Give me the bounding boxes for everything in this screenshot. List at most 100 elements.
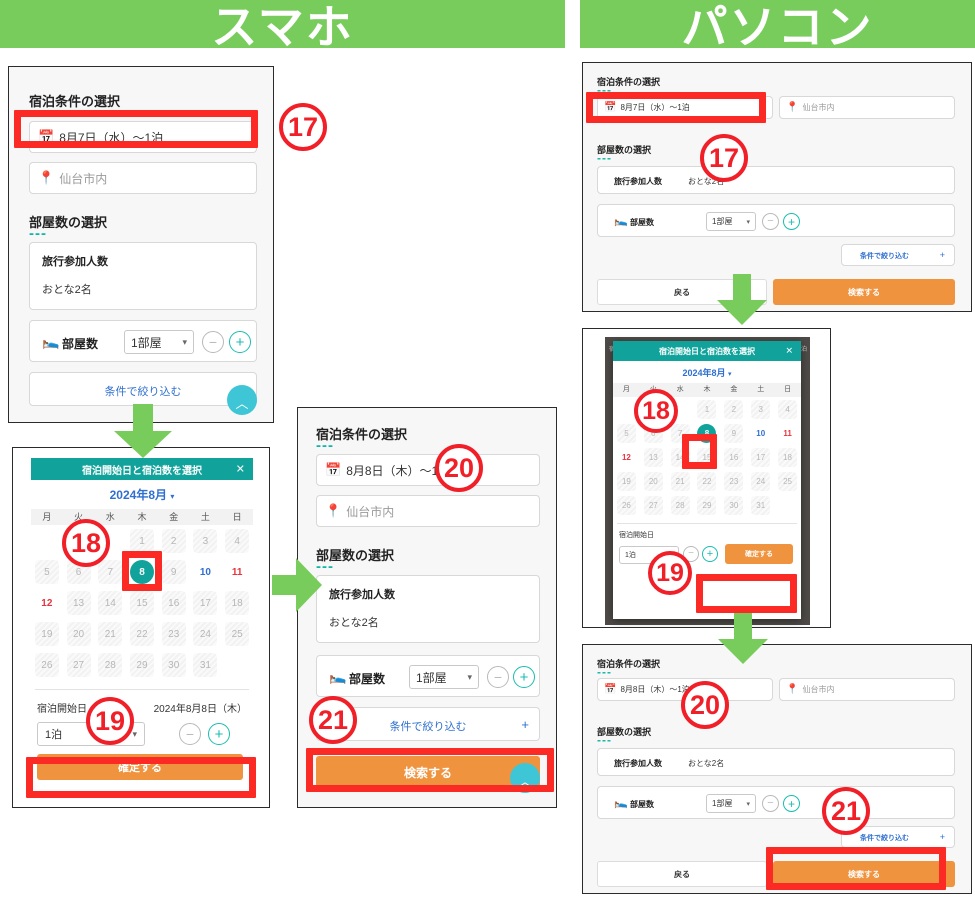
- cal-day: 9: [724, 424, 744, 443]
- cal-cell[interactable]: 5: [31, 560, 63, 584]
- pc1-rooms-increment[interactable]: +: [783, 213, 800, 230]
- cal-cell[interactable]: 21: [94, 622, 126, 646]
- cal-cell[interactable]: 22: [694, 472, 721, 491]
- cal-cell[interactable]: 25: [774, 472, 801, 491]
- sp1-room-dashes: ---: [29, 225, 47, 242]
- cal-cell[interactable]: 14: [94, 591, 126, 615]
- cal-cell[interactable]: 13: [63, 591, 95, 615]
- sp3-rooms-decrement[interactable]: −: [487, 666, 509, 688]
- cal-cell[interactable]: 29: [694, 496, 721, 515]
- cal-cell[interactable]: 23: [720, 472, 747, 491]
- cal-cell[interactable]: 16: [158, 591, 190, 615]
- cal-cell[interactable]: 23: [158, 622, 190, 646]
- cal-cell[interactable]: 28: [94, 653, 126, 677]
- cal-cell[interactable]: 13: [640, 448, 667, 467]
- cal-cell[interactable]: 4: [774, 400, 801, 419]
- cal-cell[interactable]: 9: [158, 560, 190, 584]
- badge-20-sp: 20: [435, 444, 483, 492]
- cal-cell[interactable]: 18: [221, 591, 253, 615]
- cal-cell[interactable]: 4: [221, 529, 253, 553]
- sp3-date-field[interactable]: 📅 8月8日（木）〜1泊: [316, 454, 540, 486]
- cal-cell[interactable]: 20: [640, 472, 667, 491]
- cal-cell[interactable]: 30: [720, 496, 747, 515]
- close-icon[interactable]: ✕: [236, 463, 245, 476]
- calendar-icon: 📅: [604, 684, 617, 695]
- cal-cell[interactable]: 19: [31, 622, 63, 646]
- cal-cell[interactable]: 1: [694, 400, 721, 419]
- cal-cell[interactable]: 1: [126, 529, 158, 553]
- pc2-confirm-button[interactable]: 確定する: [725, 544, 793, 564]
- cal-cell[interactable]: 31: [747, 496, 774, 515]
- cal-day: 9: [161, 560, 186, 584]
- cal-day: 24: [193, 622, 218, 646]
- pc2-calendar-month[interactable]: 2024年8月 ▾: [613, 366, 801, 379]
- cal-cell[interactable]: 12: [31, 591, 63, 615]
- pc3-back-button[interactable]: 戻る: [597, 861, 767, 887]
- sp1-rooms-select[interactable]: 1部屋 ▾: [124, 330, 194, 354]
- pc1-travelers-box[interactable]: 旅行参加人数 おとな2名: [597, 166, 955, 194]
- sp1-scroll-top-button[interactable]: ︿: [227, 385, 257, 415]
- pc2-nights-increment[interactable]: +: [702, 546, 718, 562]
- cal-day: 3: [751, 400, 771, 419]
- cal-cell[interactable]: 3: [190, 529, 222, 553]
- cal-cell[interactable]: 27: [63, 653, 95, 677]
- cal-cell[interactable]: 2: [720, 400, 747, 419]
- cal-cell[interactable]: 22: [126, 622, 158, 646]
- cal-cell[interactable]: 24: [747, 472, 774, 491]
- cal-cell[interactable]: 24: [190, 622, 222, 646]
- bed-icon: 🛌: [42, 333, 60, 349]
- cal-cell[interactable]: 27: [640, 496, 667, 515]
- sp1-rooms-decrement[interactable]: −: [202, 331, 224, 353]
- cal-cell[interactable]: 26: [31, 653, 63, 677]
- cal-cell[interactable]: 5: [613, 424, 640, 443]
- cal-cell[interactable]: 9: [720, 424, 747, 443]
- pc3-travelers-box[interactable]: 旅行参加人数 おとな2名: [597, 748, 955, 776]
- sp3-rooms-increment[interactable]: +: [513, 666, 535, 688]
- sp2-calendar-month[interactable]: 2024年8月 ▾: [31, 486, 253, 503]
- pc1-search-button[interactable]: 検索する: [773, 279, 955, 305]
- pc3-rooms-increment[interactable]: +: [783, 795, 800, 812]
- cal-cell[interactable]: 15: [126, 591, 158, 615]
- pc1-rooms-decrement[interactable]: −: [762, 213, 779, 230]
- pc1-rooms-select[interactable]: 1部屋 ▾: [706, 212, 756, 231]
- sp3-rooms-select[interactable]: 1部屋 ▾: [409, 665, 479, 689]
- pc1-location-field[interactable]: 📍 仙台市内: [779, 96, 955, 119]
- cal-cell[interactable]: 21: [667, 472, 694, 491]
- pc3-rooms-select[interactable]: 1部屋 ▾: [706, 794, 756, 813]
- cal-cell[interactable]: 20: [63, 622, 95, 646]
- cal-cell[interactable]: 25: [221, 622, 253, 646]
- cal-day: 23: [161, 622, 186, 646]
- cal-cell[interactable]: 26: [613, 496, 640, 515]
- cal-cell[interactable]: 31: [190, 653, 222, 677]
- sp1-travelers-box[interactable]: 旅行参加人数 おとな2名: [29, 242, 257, 310]
- cal-cell[interactable]: 3: [747, 400, 774, 419]
- sp2-nights-decrement[interactable]: −: [179, 723, 201, 745]
- pc1-filter-button[interactable]: 条件で絞り込む +: [841, 244, 955, 266]
- cal-cell[interactable]: 11: [774, 424, 801, 443]
- pc3-location-field[interactable]: 📍 仙台市内: [779, 678, 955, 701]
- cal-cell[interactable]: 12: [613, 448, 640, 467]
- cal-cell[interactable]: 10: [190, 560, 222, 584]
- sp2-nights-increment[interactable]: +: [208, 723, 230, 745]
- cal-cell[interactable]: 30: [158, 653, 190, 677]
- cal-cell[interactable]: 18: [774, 448, 801, 467]
- chevron-down-icon: ▾: [728, 371, 732, 378]
- cal-day: 30: [724, 496, 744, 515]
- pc3-rooms-decrement[interactable]: −: [762, 795, 779, 812]
- cal-cell[interactable]: 28: [667, 496, 694, 515]
- cal-cell[interactable]: 19: [613, 472, 640, 491]
- cal-cell[interactable]: 16: [720, 448, 747, 467]
- sp1-rooms-increment[interactable]: +: [229, 331, 251, 353]
- cal-cell[interactable]: 29: [126, 653, 158, 677]
- cal-cell[interactable]: 17: [747, 448, 774, 467]
- sp1-filter-row[interactable]: 条件で絞り込む +: [29, 372, 257, 406]
- cal-cell[interactable]: 17: [190, 591, 222, 615]
- sp3-travelers-box[interactable]: 旅行参加人数 おとな2名: [316, 575, 540, 643]
- cal-cell[interactable]: 11: [221, 560, 253, 584]
- chevron-down-icon: ▾: [746, 218, 750, 226]
- close-icon[interactable]: ✕: [785, 346, 793, 357]
- sp1-location-field[interactable]: 📍 仙台市内: [29, 162, 257, 194]
- cal-cell[interactable]: 10: [747, 424, 774, 443]
- sp3-location-field[interactable]: 📍 仙台市内: [316, 495, 540, 527]
- cal-cell[interactable]: 2: [158, 529, 190, 553]
